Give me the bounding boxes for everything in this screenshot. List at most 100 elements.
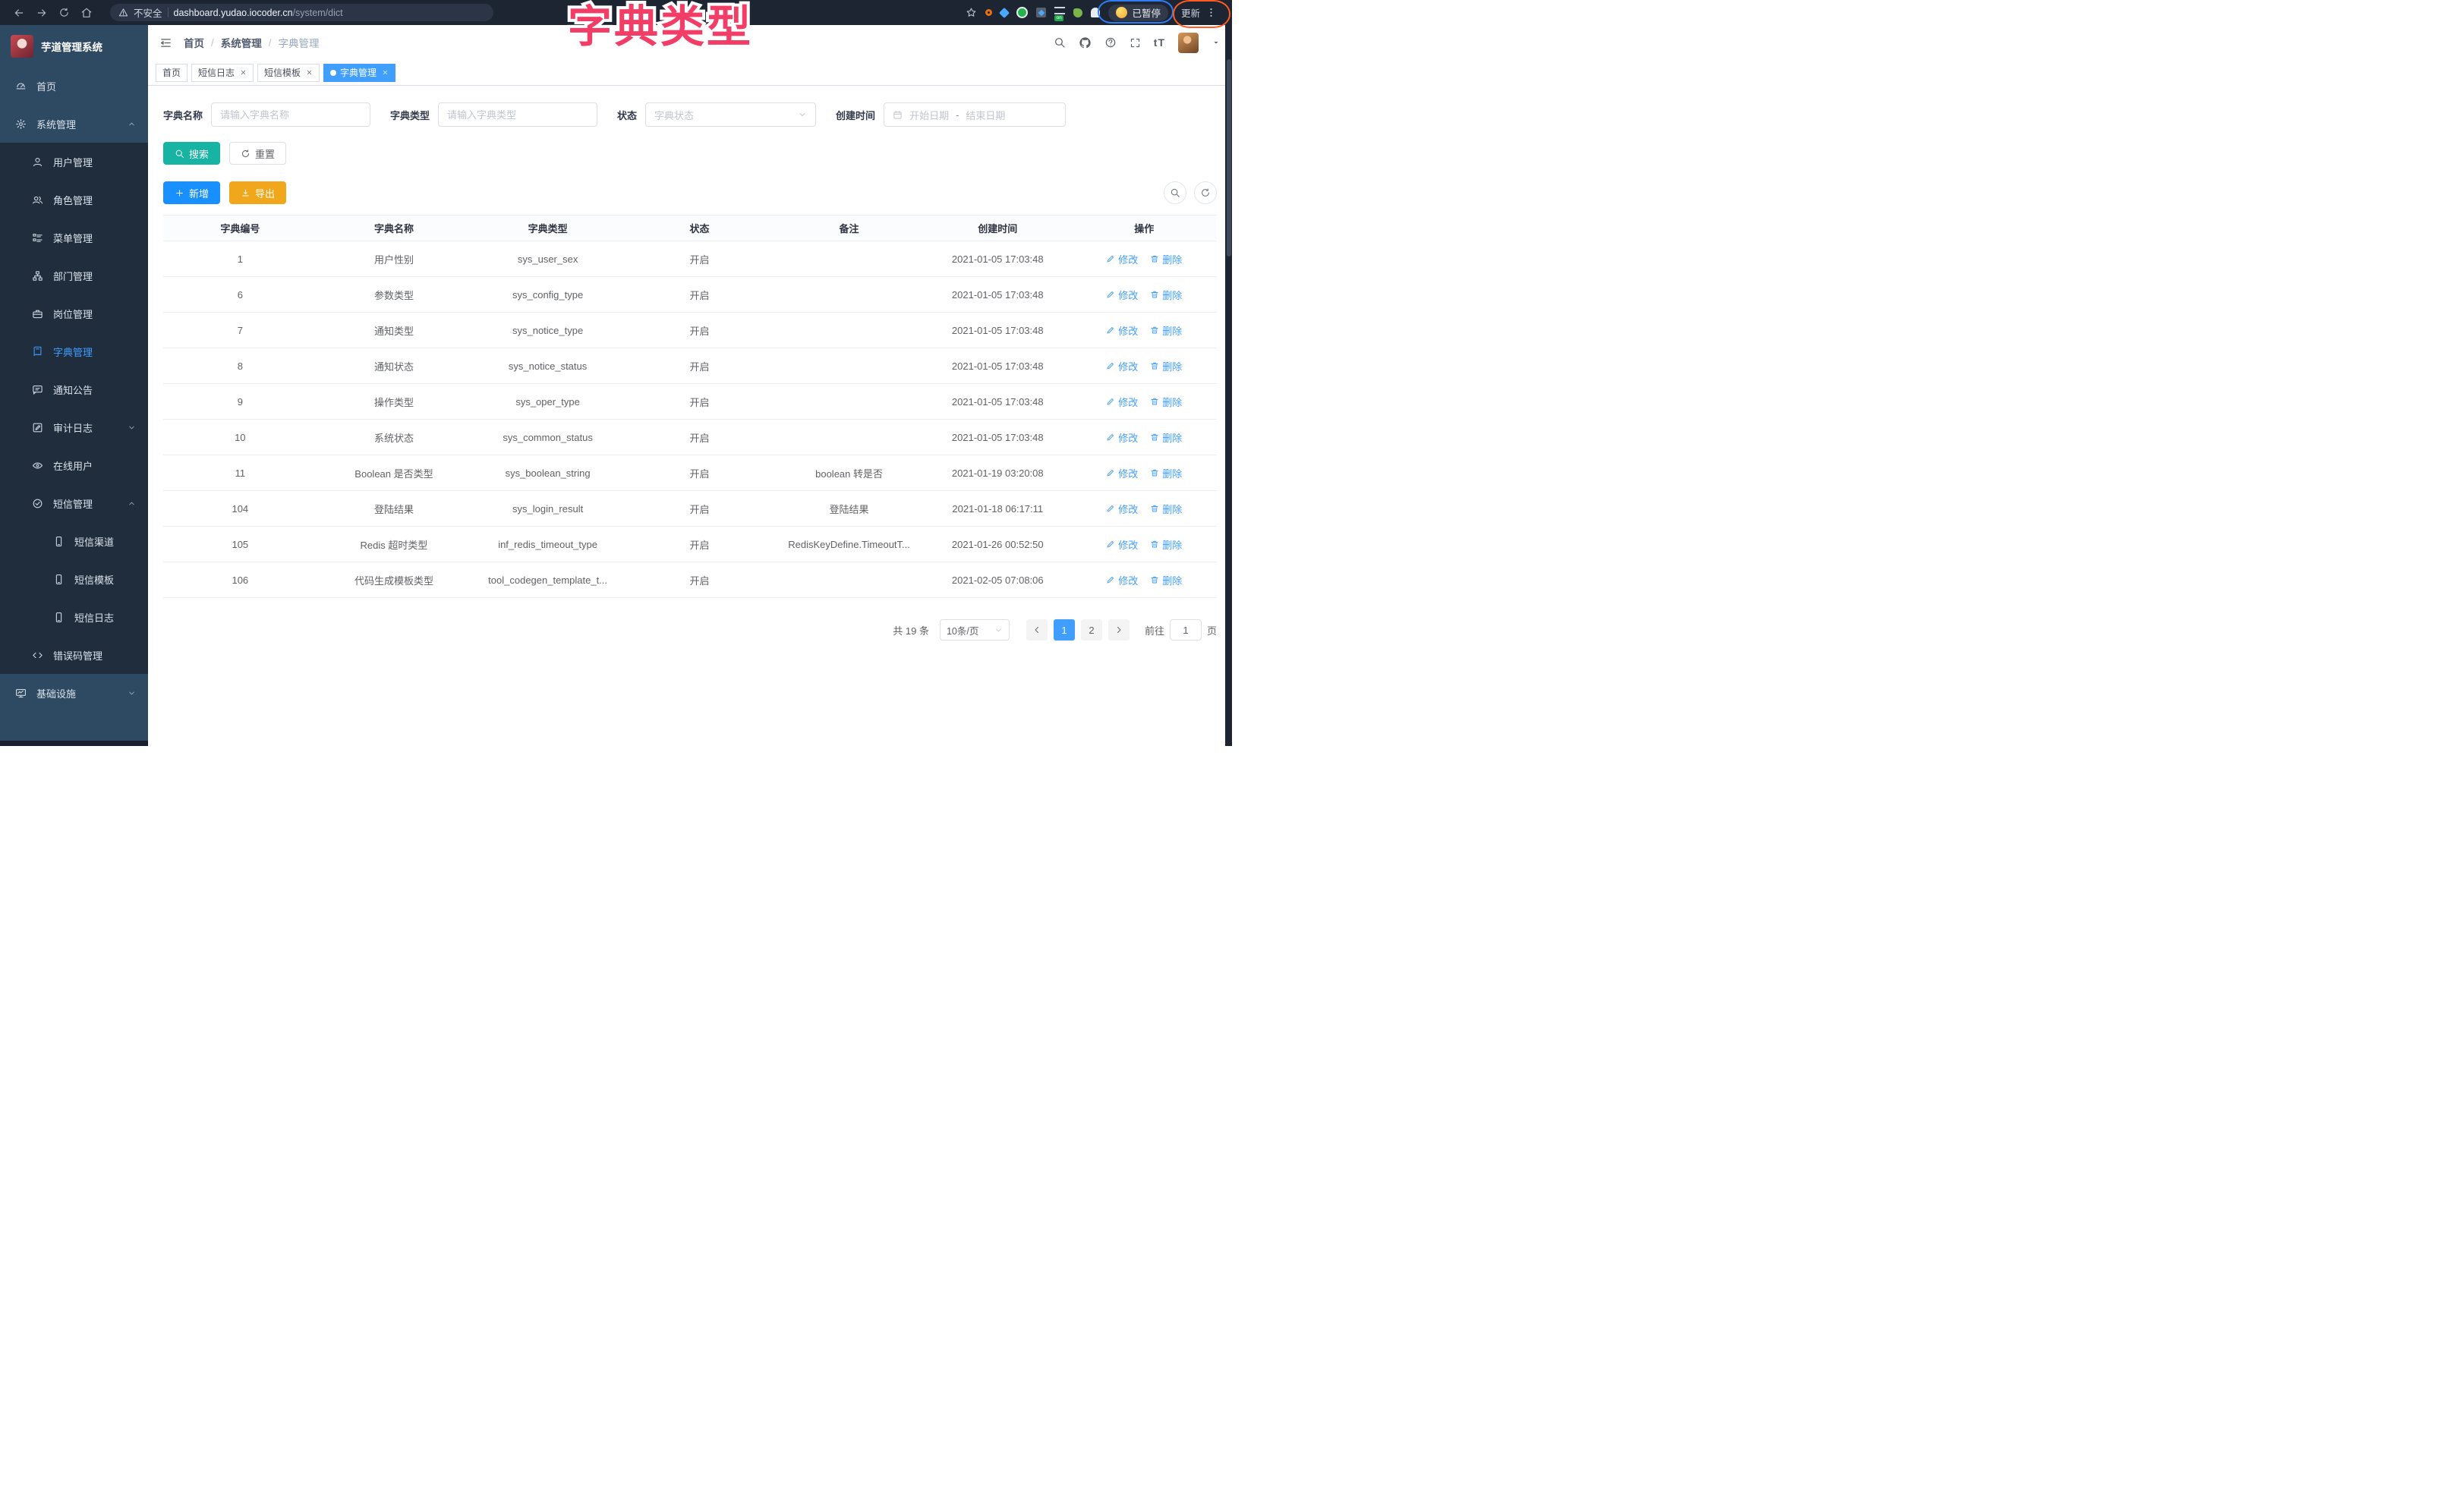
dict-type-link[interactable]: inf_redis_timeout_type bbox=[471, 527, 625, 562]
close-icon[interactable] bbox=[306, 69, 313, 76]
sidebar-item-0[interactable]: 首页 bbox=[0, 67, 148, 105]
extension-icon[interactable] bbox=[1073, 8, 1082, 17]
delete-button[interactable]: 删除 bbox=[1150, 573, 1182, 587]
help-icon[interactable] bbox=[1104, 36, 1117, 49]
font-size-icon[interactable]: tT bbox=[1154, 36, 1165, 49]
sidebar-item-8[interactable]: 通知公告 bbox=[0, 370, 148, 408]
edit-button[interactable]: 修改 bbox=[1106, 537, 1138, 552]
tab-3[interactable]: 字典管理 bbox=[323, 64, 395, 82]
hamburger-icon[interactable] bbox=[159, 36, 172, 49]
delete-button[interactable]: 删除 bbox=[1150, 502, 1182, 516]
sidebar-item-3[interactable]: 角色管理 bbox=[0, 181, 148, 219]
search-button[interactable]: 搜索 bbox=[163, 142, 220, 165]
extension-icon[interactable] bbox=[1016, 7, 1028, 18]
page-size-select[interactable]: 10条/页 bbox=[940, 619, 1010, 641]
breadcrumb-home[interactable]: 首页 bbox=[184, 35, 204, 50]
scrollbar-thumb[interactable] bbox=[1227, 59, 1231, 257]
sidebar-item-4[interactable]: 菜单管理 bbox=[0, 219, 148, 257]
github-icon[interactable] bbox=[1079, 36, 1092, 49]
delete-button[interactable]: 删除 bbox=[1150, 466, 1182, 480]
refresh-table-button[interactable] bbox=[1194, 181, 1217, 204]
date-range-picker[interactable]: 开始日期 - 结束日期 bbox=[884, 102, 1066, 127]
browser-update-button[interactable]: 更新 bbox=[1177, 5, 1221, 20]
user-avatar[interactable] bbox=[1178, 33, 1199, 53]
sidebar-item-6[interactable]: 岗位管理 bbox=[0, 294, 148, 332]
sidebar-item-active[interactable]: 字典管理 bbox=[0, 332, 148, 370]
edit-button[interactable]: 修改 bbox=[1106, 502, 1138, 516]
dict-type-link[interactable]: tool_codegen_template_t... bbox=[471, 562, 625, 598]
edit-button[interactable]: 修改 bbox=[1106, 573, 1138, 587]
prev-page-button[interactable] bbox=[1026, 619, 1048, 641]
edit-button[interactable]: 修改 bbox=[1106, 323, 1138, 338]
dict-type-link[interactable]: sys_notice_status bbox=[471, 348, 625, 384]
extension-icon[interactable] bbox=[999, 7, 1010, 17]
extension-icon[interactable] bbox=[985, 9, 992, 16]
page-button-1[interactable]: 1 bbox=[1054, 619, 1075, 641]
reload-icon[interactable] bbox=[58, 7, 70, 18]
sidebar-item-2[interactable]: 用户管理 bbox=[0, 143, 148, 181]
sidebar-item-1[interactable]: 系统管理 bbox=[0, 105, 148, 143]
add-button[interactable]: 新增 bbox=[163, 181, 220, 204]
edit-button[interactable]: 修改 bbox=[1106, 288, 1138, 302]
close-icon[interactable] bbox=[240, 69, 247, 76]
dict-type-link[interactable]: sys_notice_type bbox=[471, 313, 625, 348]
dict-type-link[interactable]: sys_user_sex bbox=[471, 241, 625, 277]
sidebar-item-11[interactable]: 短信管理 bbox=[0, 484, 148, 522]
edit-button[interactable]: 修改 bbox=[1106, 466, 1138, 480]
forward-icon[interactable] bbox=[36, 7, 48, 19]
dict-type-link[interactable]: sys_login_result bbox=[471, 491, 625, 527]
export-button[interactable]: 导出 bbox=[229, 181, 286, 204]
sidebar-item-10[interactable]: 在线用户 bbox=[0, 446, 148, 484]
goto-page-input[interactable] bbox=[1170, 619, 1202, 641]
dict-type-link[interactable]: sys_boolean_string bbox=[471, 455, 625, 491]
delete-button[interactable]: 删除 bbox=[1150, 537, 1182, 552]
dict-type-link[interactable]: sys_oper_type bbox=[471, 384, 625, 420]
delete-button[interactable]: 删除 bbox=[1150, 323, 1182, 338]
sidebar-item-12[interactable]: 短信渠道 bbox=[0, 522, 148, 560]
extension-icon[interactable] bbox=[1036, 8, 1046, 17]
search-icon[interactable] bbox=[1054, 36, 1066, 49]
delete-button[interactable]: 删除 bbox=[1150, 359, 1182, 373]
hide-search-button[interactable] bbox=[1164, 181, 1186, 204]
next-page-button[interactable] bbox=[1108, 619, 1130, 641]
kebab-menu-icon[interactable] bbox=[1205, 7, 1217, 18]
extension-icon[interactable]: on bbox=[1054, 7, 1065, 14]
breadcrumb-system[interactable]: 系统管理 bbox=[221, 35, 262, 50]
page-button-2[interactable]: 2 bbox=[1081, 619, 1102, 641]
chevron-down-icon[interactable] bbox=[1212, 38, 1221, 47]
tab-2[interactable]: 短信模板 bbox=[257, 64, 320, 82]
app-logo[interactable]: 芋道管理系统 bbox=[0, 25, 148, 67]
tab-1[interactable]: 短信日志 bbox=[191, 64, 254, 82]
dict-type-input[interactable] bbox=[438, 102, 597, 127]
on-badge: on bbox=[1054, 15, 1063, 21]
profile-paused-badge[interactable]: 已暂停 bbox=[1108, 5, 1168, 21]
delete-button[interactable]: 删除 bbox=[1150, 288, 1182, 302]
back-icon[interactable] bbox=[13, 7, 25, 19]
edit-button[interactable]: 修改 bbox=[1106, 359, 1138, 373]
browser-scrollbar[interactable] bbox=[1225, 25, 1232, 746]
edit-button[interactable]: 修改 bbox=[1106, 252, 1138, 266]
sidebar-item-5[interactable]: 部门管理 bbox=[0, 257, 148, 294]
close-icon[interactable] bbox=[382, 69, 389, 76]
extension-icon[interactable] bbox=[1091, 8, 1100, 17]
delete-button[interactable]: 删除 bbox=[1150, 395, 1182, 409]
dict-type-link[interactable]: sys_common_status bbox=[471, 420, 625, 455]
address-bar[interactable]: 不安全 dashboard.yudao.iocoder.cn/system/di… bbox=[110, 4, 493, 21]
status-select[interactable]: 字典状态 bbox=[645, 102, 816, 127]
bookmark-star-icon[interactable] bbox=[966, 7, 977, 18]
sidebar-item-14[interactable]: 短信日志 bbox=[0, 598, 148, 636]
sidebar-item-16[interactable]: 基础设施 bbox=[0, 674, 148, 712]
edit-button[interactable]: 修改 bbox=[1106, 395, 1138, 409]
delete-button[interactable]: 删除 bbox=[1150, 430, 1182, 445]
sidebar-item-15[interactable]: 错误码管理 bbox=[0, 636, 148, 674]
dict-name-input[interactable] bbox=[211, 102, 370, 127]
tab-0[interactable]: 首页 bbox=[156, 64, 187, 82]
dict-type-link[interactable]: sys_config_type bbox=[471, 277, 625, 313]
sidebar-item-13[interactable]: 短信模板 bbox=[0, 560, 148, 598]
delete-button[interactable]: 删除 bbox=[1150, 252, 1182, 266]
edit-button[interactable]: 修改 bbox=[1106, 430, 1138, 445]
sidebar-item-9[interactable]: 审计日志 bbox=[0, 408, 148, 446]
home-icon[interactable] bbox=[80, 7, 93, 19]
fullscreen-icon[interactable] bbox=[1130, 37, 1141, 49]
reset-button[interactable]: 重置 bbox=[229, 142, 286, 165]
